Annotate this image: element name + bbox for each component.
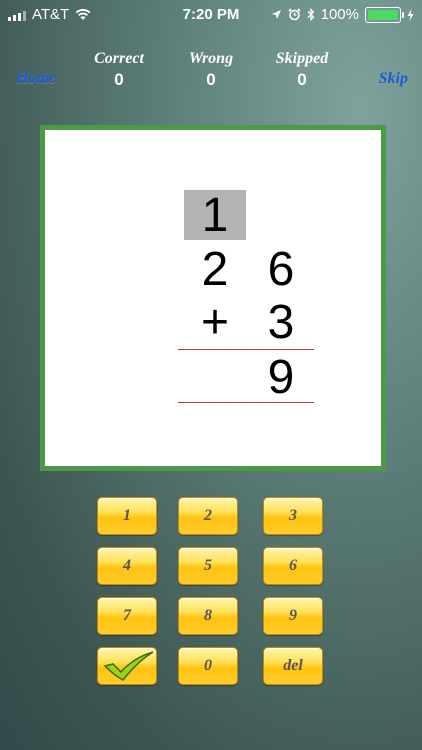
status-bar: AT&T 7:20 PM 100%: [0, 0, 422, 30]
status-right: 100%: [271, 6, 414, 23]
plus-operator: +: [200, 296, 230, 349]
alarm-icon: [288, 8, 301, 21]
key-0[interactable]: 0: [178, 647, 238, 685]
carry-digit: 1: [201, 189, 229, 242]
score-correct: Correct 0: [79, 50, 159, 90]
answer-tens-slot[interactable]: [185, 348, 247, 400]
key-2[interactable]: 2: [178, 497, 238, 535]
key-3[interactable]: 3: [263, 497, 323, 535]
score-wrong: Wrong 0: [171, 50, 251, 90]
score-skipped: Skipped 0: [262, 50, 342, 90]
battery-icon: [365, 6, 404, 23]
location-icon: [271, 10, 281, 19]
home-button[interactable]: Home: [16, 70, 56, 88]
key-8[interactable]: 8: [178, 597, 238, 635]
key-1[interactable]: 1: [97, 497, 157, 535]
score-value: 0: [114, 70, 124, 89]
top-tens-digit: 2: [201, 243, 229, 296]
answer-ones-digit[interactable]: 9: [251, 348, 311, 408]
key-5[interactable]: 5: [178, 547, 238, 585]
top-ones-digit: 6: [267, 243, 295, 296]
bluetooth-icon: [307, 8, 315, 21]
key-6[interactable]: 6: [263, 547, 323, 585]
charging-icon: [407, 8, 414, 21]
skip-button[interactable]: Skip: [379, 70, 408, 88]
problem-board: 1 2 6 + 3 9: [40, 125, 386, 471]
score-label: Correct: [94, 50, 144, 67]
key-9[interactable]: 9: [263, 597, 323, 635]
submit-button[interactable]: [97, 647, 157, 685]
answer-line: [178, 402, 314, 403]
delete-button[interactable]: del: [263, 647, 323, 685]
score-label: Wrong: [188, 50, 234, 67]
score-label: Skipped: [275, 50, 329, 67]
score-value: 0: [206, 70, 216, 89]
key-4[interactable]: 4: [97, 547, 157, 585]
battery-fill: [368, 9, 398, 20]
score-value: 0: [297, 70, 307, 89]
key-7[interactable]: 7: [97, 597, 157, 635]
bottom-ones-digit: 3: [267, 296, 295, 349]
checkmark-icon: [103, 651, 154, 681]
battery-percent: 100%: [320, 6, 359, 23]
